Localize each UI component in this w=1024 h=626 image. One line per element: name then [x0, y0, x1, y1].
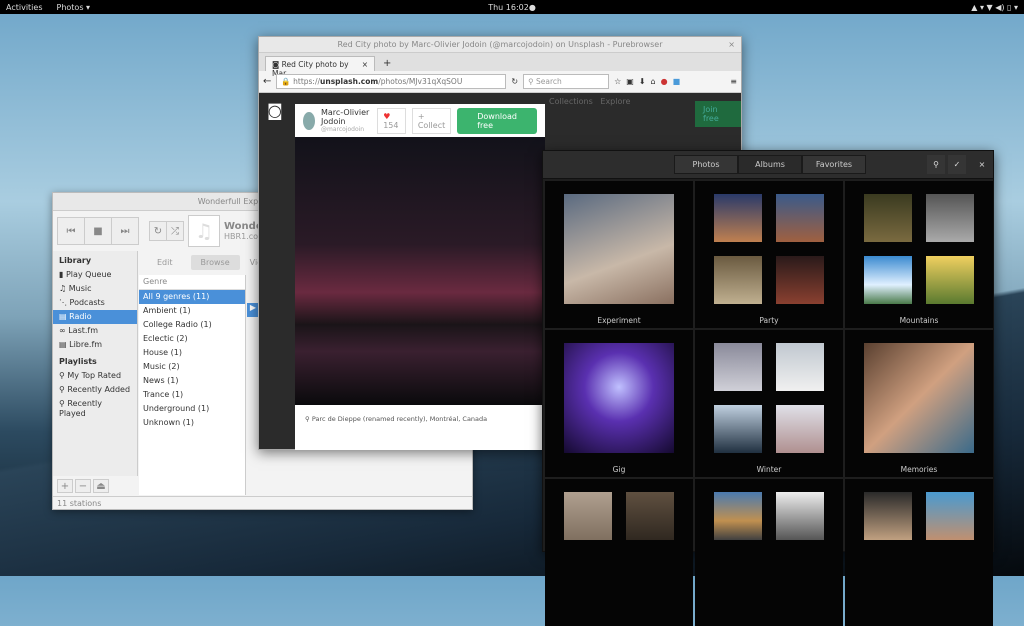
reload-icon[interactable]: ↻ — [511, 77, 518, 86]
stop-button[interactable]: ■ — [84, 217, 112, 245]
albums-grid: Experiment Party Mountains Gig Winter Me… — [545, 181, 993, 626]
tab-edit[interactable]: Edit — [143, 255, 187, 270]
nav-bar: ← 🔒 https://unsplash.com/photos/MJv31qXq… — [259, 71, 741, 93]
genre-item[interactable]: All 9 genres (11) — [139, 290, 245, 304]
sidebar-item-radio[interactable]: ▤ Radio — [53, 310, 137, 324]
genre-list: Genre All 9 genres (11) Ambient (1) Coll… — [139, 275, 246, 495]
search-icon[interactable]: ⚲ — [927, 155, 945, 174]
photo-modal: Marc-Olivier Jodoin @marcojodoin ♥ 154 + … — [295, 104, 545, 450]
genre-item[interactable]: Ambient (1) — [139, 304, 245, 318]
sidebar-item-librefm[interactable]: ▤ Libre.fm — [53, 338, 137, 352]
album-label: Memories — [900, 465, 938, 474]
close-tab-icon[interactable]: × — [362, 60, 368, 69]
tab-bar: ◙ Red City photo by Mar...× + — [259, 53, 741, 78]
join-button[interactable]: Join free — [695, 101, 741, 127]
sidebar-item-lastfm[interactable]: ∞ Last.fm — [53, 324, 137, 338]
album-label: Mountains — [899, 316, 939, 325]
sidebar-buttons: + − ⏏ — [57, 479, 109, 493]
genre-item[interactable]: Trance (1) — [139, 388, 245, 402]
photos-window: Photos Albums Favorites ⚲ ✓ × Experiment… — [542, 150, 994, 626]
album-item[interactable] — [845, 479, 993, 626]
playlist-recently-played[interactable]: ⚲ Recently Played — [53, 397, 137, 421]
add-button[interactable]: + — [57, 479, 73, 493]
sidebar-item-podcasts[interactable]: ⋱ Podcasts — [53, 296, 137, 310]
download-icon[interactable]: ⬇ — [639, 77, 646, 86]
genre-header[interactable]: Genre — [139, 275, 245, 290]
home-icon[interactable]: ⌂ — [651, 77, 656, 86]
album-item[interactable] — [545, 479, 693, 626]
album-thumbnail — [564, 194, 674, 304]
close-icon[interactable]: × — [728, 37, 735, 53]
album-art-placeholder-icon: ♫ — [188, 215, 220, 247]
sidebar: Library ▮ Play Queue ♫ Music ⋱ Podcasts … — [53, 251, 138, 476]
download-button[interactable]: Download free — [457, 107, 537, 134]
genre-item[interactable]: College Radio (1) — [139, 318, 245, 332]
location: ⚲ Parc de Dieppe (renamed recently), Mon… — [305, 415, 488, 423]
genre-item[interactable]: Unknown (1) — [139, 416, 245, 430]
tab-albums[interactable]: Albums — [738, 155, 802, 174]
repeat-button[interactable]: ↻ — [149, 221, 167, 241]
like-button[interactable]: ♥ 154 — [377, 107, 406, 134]
album-gig[interactable]: Gig — [545, 330, 693, 477]
previous-button[interactable]: ⏮ — [57, 217, 85, 245]
album-label: Gig — [612, 465, 626, 474]
library-header: Library — [59, 256, 92, 265]
genre-item[interactable]: News (1) — [139, 374, 245, 388]
avatar[interactable] — [303, 111, 315, 130]
bg-nav: Collections Explore — [549, 97, 631, 106]
sidebar-item-music[interactable]: ♫ Music — [53, 282, 137, 296]
remove-button[interactable]: − — [75, 479, 91, 493]
genre-item[interactable]: Eclectic (2) — [139, 332, 245, 346]
camera-logo-icon: ◙ — [267, 101, 283, 120]
sidebar-item-play-queue[interactable]: ▮ Play Queue — [53, 268, 137, 282]
author-name[interactable]: Marc-Olivier Jodoin — [321, 108, 371, 126]
url-input[interactable]: 🔒 https://unsplash.com/photos/MJv31qXqSO… — [276, 74, 507, 89]
search-input[interactable]: ⚲ Search — [523, 74, 610, 89]
playlist-recently-added[interactable]: ⚲ Recently Added — [53, 383, 137, 397]
red-city-photo[interactable] — [295, 137, 545, 405]
album-item[interactable] — [695, 479, 843, 626]
genre-item[interactable]: House (1) — [139, 346, 245, 360]
close-icon[interactable]: × — [973, 155, 991, 174]
shuffle-button[interactable]: ⤮ — [166, 221, 184, 241]
browser-tab[interactable]: ◙ Red City photo by Mar...× — [265, 56, 375, 78]
select-check-icon[interactable]: ✓ — [948, 155, 966, 174]
window-title: Red City photo by Marc-Olivier Jodoin (@… — [259, 37, 741, 53]
album-label: Experiment — [597, 316, 641, 325]
genre-item[interactable]: Music (2) — [139, 360, 245, 374]
genre-item[interactable]: Underground (1) — [139, 402, 245, 416]
album-mountains[interactable]: Mountains — [845, 181, 993, 328]
playlists-header: Playlists — [59, 357, 97, 366]
extension-icon[interactable]: ■ — [673, 77, 681, 86]
album-party[interactable]: Party — [695, 181, 843, 328]
album-label: Winter — [756, 465, 782, 474]
album-label: Party — [759, 316, 779, 325]
album-memories[interactable]: Memories — [845, 330, 993, 477]
author-handle: @marcojodoin — [320, 126, 365, 133]
status-bar: 11 stations — [53, 496, 472, 509]
back-icon[interactable]: ← — [263, 76, 271, 87]
album-experiment[interactable]: Experiment — [545, 181, 693, 328]
tab-photos[interactable]: Photos — [674, 155, 738, 174]
library-icon[interactable]: ▣ — [626, 77, 634, 86]
top-bar: Activities Photos ▾ Thu 16:02● ▲ ▾ ▼ ◀) … — [0, 0, 1024, 14]
menu-icon[interactable]: ≡ — [730, 77, 737, 86]
tab-favorites[interactable]: Favorites — [802, 155, 866, 174]
clock[interactable]: Thu 16:02● — [0, 3, 1024, 12]
new-tab-button[interactable]: + — [375, 56, 399, 71]
album-winter[interactable]: Winter — [695, 330, 843, 477]
tab-browse[interactable]: Browse — [190, 255, 240, 270]
eject-button[interactable]: ⏏ — [93, 479, 109, 493]
header-bar: Photos Albums Favorites ⚲ ✓ × — [543, 151, 993, 179]
next-button[interactable]: ⏭ — [111, 217, 139, 245]
bookmark-star-icon[interactable]: ☆ — [614, 77, 621, 86]
playlist-my-top-rated[interactable]: ⚲ My Top Rated — [53, 369, 137, 383]
ublock-icon[interactable]: ● — [661, 77, 668, 86]
collect-button[interactable]: + Collect — [411, 107, 452, 134]
view-tabs: Edit Browse View — [143, 255, 275, 270]
